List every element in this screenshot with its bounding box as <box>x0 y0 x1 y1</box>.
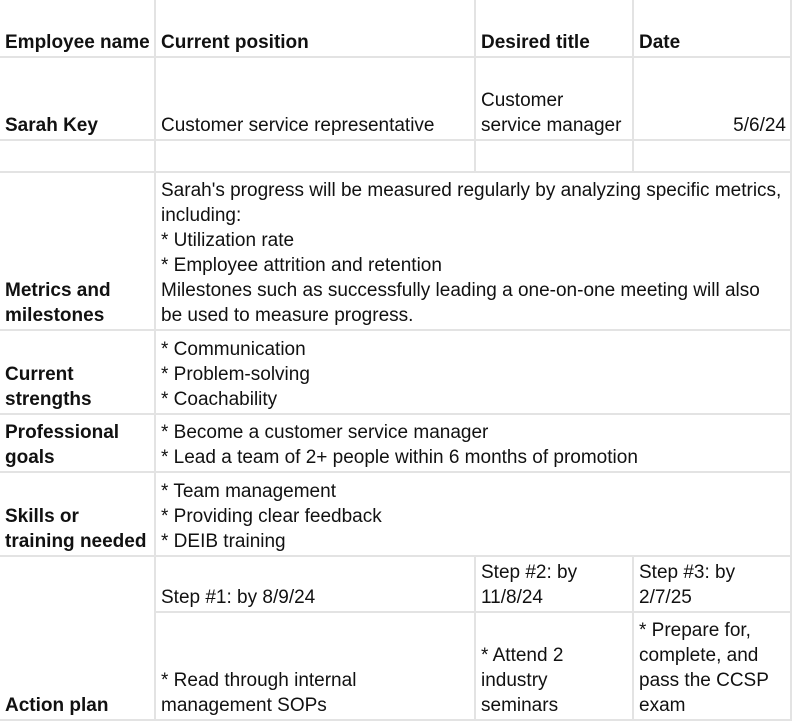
metrics-label[interactable]: Metrics and milestones <box>0 171 156 331</box>
metrics-line: Sarah's progress will be measured regula… <box>161 180 787 226</box>
development-plan-sheet: Employee name Current position Desired t… <box>0 0 792 721</box>
step-3-title[interactable]: Step #3: by 2/7/25 <box>632 555 792 613</box>
action-plan-label[interactable]: Action plan <box>0 555 156 721</box>
header-employee-name[interactable]: Employee name <box>0 0 156 58</box>
empty-cell[interactable] <box>632 139 792 173</box>
action-plan-steps-row: Action plan Step #1: by 8/9/24 Step #2: … <box>0 555 792 721</box>
employee-row: Sarah Key Customer service representativ… <box>0 56 792 141</box>
step-1-title[interactable]: Step #1: by 8/9/24 <box>154 555 476 613</box>
step-2-detail[interactable]: * Attend 2 industry seminars <box>474 611 634 721</box>
skills-row: Skills or training needed * Team managem… <box>0 471 792 557</box>
desired-title-cell[interactable]: Customer service manager <box>474 56 634 141</box>
strength-item: * Communication <box>161 339 306 360</box>
skills-content[interactable]: * Team management * Providing clear feed… <box>154 471 792 557</box>
strengths-content[interactable]: * Communication * Problem-solving * Coac… <box>154 329 792 415</box>
goal-item: * Become a customer service manager <box>161 422 489 443</box>
strength-item: * Coachability <box>161 389 278 410</box>
strengths-row: Current strengths * Communication * Prob… <box>0 329 792 415</box>
metrics-row: Metrics and milestones Sarah's progress … <box>0 171 792 331</box>
header-current-position[interactable]: Current position <box>154 0 476 58</box>
header-row: Employee name Current position Desired t… <box>0 0 792 58</box>
goals-content[interactable]: * Become a customer service manager * Le… <box>154 413 792 473</box>
goals-row: Professional goals * Become a customer s… <box>0 413 792 473</box>
development-plan-table: Employee name Current position Desired t… <box>0 0 792 721</box>
metrics-line: Milestones such as successfully leading … <box>161 280 766 326</box>
step-2-title[interactable]: Step #2: by 11/8/24 <box>474 555 634 613</box>
metrics-line: * Utilization rate <box>161 230 295 251</box>
skill-item: * Team management <box>161 481 336 502</box>
employee-name-cell[interactable]: Sarah Key <box>0 56 156 141</box>
step-1-detail[interactable]: * Read through internal management SOPs <box>155 611 476 721</box>
step-3-detail[interactable]: * Prepare for, complete, and pass the CC… <box>632 611 792 721</box>
header-desired-title[interactable]: Desired title <box>474 0 634 58</box>
strengths-label[interactable]: Current strengths <box>0 329 156 415</box>
metrics-content[interactable]: Sarah's progress will be measured regula… <box>154 171 792 331</box>
empty-cell[interactable] <box>154 139 476 173</box>
header-date[interactable]: Date <box>632 0 792 58</box>
goal-item: * Lead a team of 2+ people within 6 mont… <box>161 447 638 468</box>
strength-item: * Problem-solving <box>161 364 310 385</box>
goals-label[interactable]: Professional goals <box>0 413 156 473</box>
skill-item: * DEIB training <box>161 531 286 552</box>
metrics-line: * Employee attrition and retention <box>161 255 442 276</box>
skill-item: * Providing clear feedback <box>161 506 382 527</box>
current-position-cell[interactable]: Customer service representative <box>154 56 476 141</box>
empty-cell[interactable] <box>474 139 634 173</box>
skills-label[interactable]: Skills or training needed <box>0 471 156 557</box>
empty-cell[interactable] <box>0 139 156 173</box>
date-cell[interactable]: 5/6/24 <box>632 56 792 141</box>
empty-row <box>0 139 792 173</box>
